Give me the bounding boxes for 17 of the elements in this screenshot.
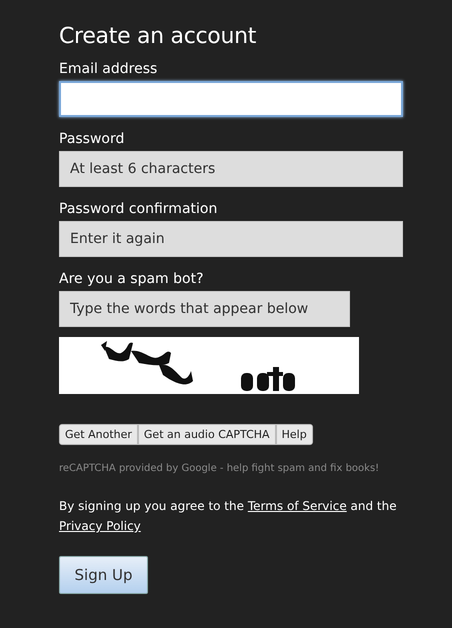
field-label: Email address	[59, 61, 158, 77]
input-field[interactable]: At least 6 characters	[59, 151, 403, 187]
field-label: Are you a spam bot?	[59, 271, 205, 287]
page-title: Create an account	[59, 24, 258, 49]
captcha-credit: reCAPTCHA provided by Google - help fight spam and fix books!	[59, 463, 380, 474]
input-field[interactable]: Enter it again	[59, 221, 403, 257]
field-label: Password	[59, 131, 126, 147]
captcha-field[interactable]: Type the words that appear below	[59, 291, 350, 327]
captcha-button[interactable]: Help	[276, 424, 313, 445]
terms-link[interactable]: Terms of Service	[248, 499, 347, 513]
input-field[interactable]	[59, 81, 403, 117]
captcha-button[interactable]: Get Another	[59, 424, 138, 445]
captcha-button[interactable]: Get an audio CAPTCHA	[138, 424, 276, 445]
field-label: Password confirmation	[59, 201, 218, 217]
privacy-link[interactable]: Privacy Policy	[59, 519, 141, 533]
terms-notice: By signing up you agree to the Terms of Service and the Privacy Policy	[59, 498, 398, 535]
sign-up-button[interactable]: Sign Up	[59, 556, 148, 594]
